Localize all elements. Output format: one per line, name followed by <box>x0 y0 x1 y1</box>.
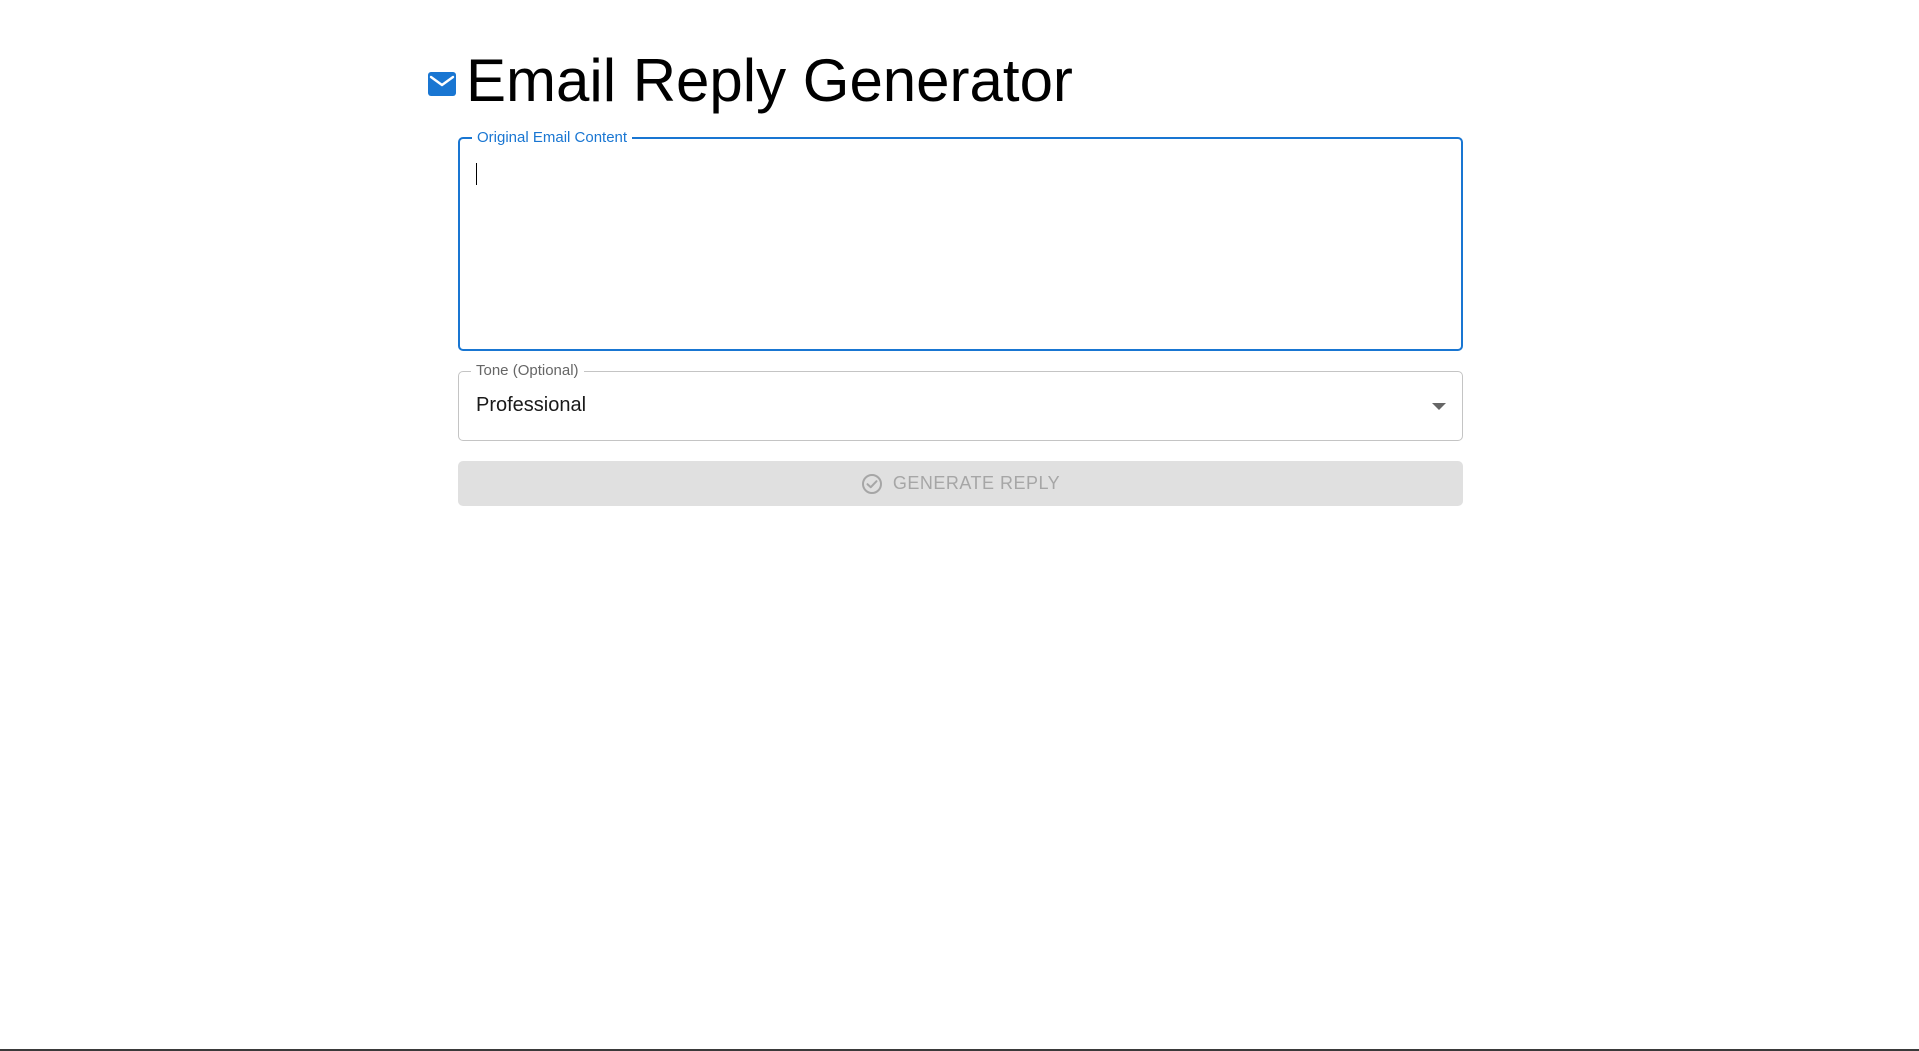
tone-label: Tone (Optional) <box>471 363 584 379</box>
page: Email Reply Generator Original Email Con… <box>0 0 1919 1051</box>
email-content-textarea[interactable] <box>474 159 1447 335</box>
mail-icon <box>428 72 456 96</box>
tone-selected-value: Professional <box>476 394 587 416</box>
email-content-label: Original Email Content <box>472 130 633 146</box>
generate-reply-label: GENERATE REPLY <box>892 473 1061 493</box>
tone-select[interactable]: Tone (Optional) Professional <box>458 363 1463 441</box>
chevron-down-icon[interactable] <box>1432 403 1446 410</box>
page-header: Email Reply Generator <box>428 44 1073 118</box>
check-circle-icon <box>861 473 882 494</box>
page-title: Email Reply Generator <box>466 47 1073 114</box>
generate-reply-button[interactable]: GENERATE REPLY <box>458 461 1463 506</box>
email-content-field[interactable]: Original Email Content <box>458 130 1463 351</box>
